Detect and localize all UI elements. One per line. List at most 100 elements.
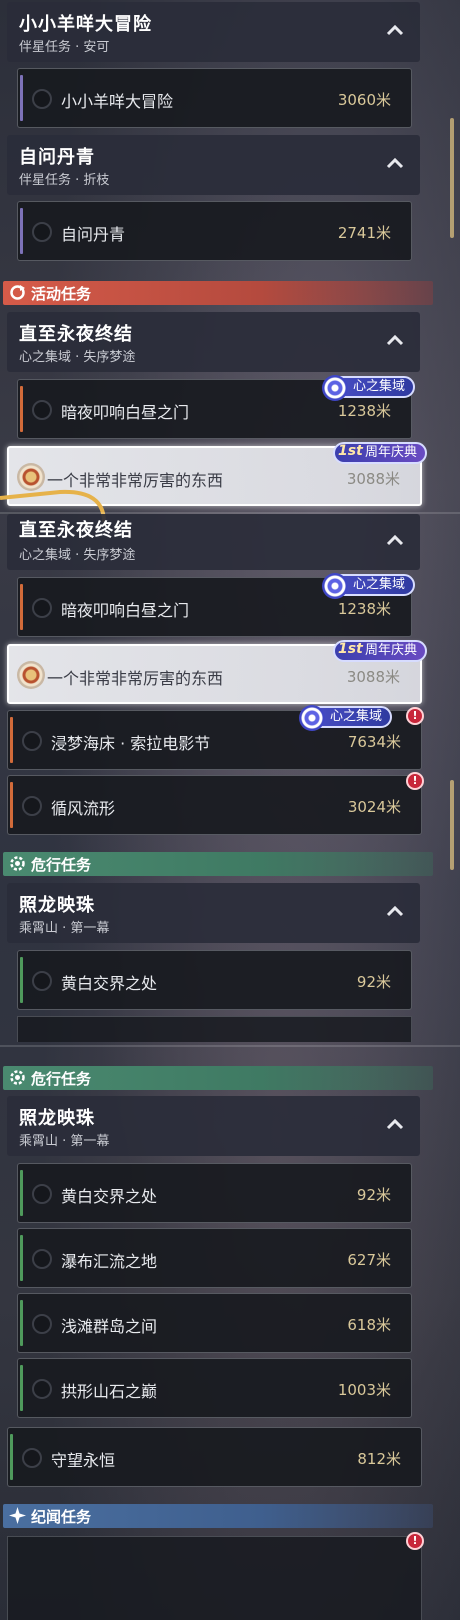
- quest-color-bar: [20, 1170, 23, 1216]
- track-radio[interactable]: [32, 89, 52, 109]
- warning-icon: !: [406, 1532, 424, 1550]
- activity-refresh-icon: [10, 285, 25, 300]
- quest-label: 浸梦海床 · 索拉电影节: [51, 734, 211, 753]
- group-title: 直至永夜终结: [19, 324, 133, 345]
- quest-distance: 618米: [347, 1316, 391, 1334]
- group-subtitle: 乘霄山 · 第一幕: [19, 921, 110, 936]
- quest-distance: 1238米: [337, 600, 391, 618]
- quest-row-partial: [7, 1536, 422, 1620]
- quest-color-bar: [20, 1365, 23, 1411]
- danger-gear-icon: [10, 1070, 25, 1085]
- anniversary-tag: 1st 周年庆典: [333, 442, 428, 464]
- track-radio[interactable]: [32, 1249, 52, 1269]
- section-banner-danger: 危行任务: [3, 852, 433, 876]
- tag-label: 心之集域: [353, 379, 406, 394]
- quest-group-header[interactable]: 小小羊咩大冒险 伴星任务 · 安可: [7, 2, 420, 62]
- quest-row[interactable]: 守望永恒 812米: [7, 1427, 422, 1487]
- quest-color-bar: [10, 1434, 13, 1480]
- quest-label: 黄白交界之处: [61, 974, 158, 993]
- track-radio[interactable]: [32, 1379, 52, 1399]
- quest-distance: 3088米: [346, 470, 400, 488]
- danger-gear-icon: [10, 856, 25, 871]
- track-radio[interactable]: [32, 222, 52, 242]
- section-banner-chronicle: 纪闻任务: [3, 1504, 433, 1528]
- track-radio[interactable]: [32, 971, 52, 991]
- chevron-up-icon[interactable]: [386, 157, 404, 169]
- anniversary-version: 1st: [338, 641, 363, 657]
- quest-label: 拱形山石之巅: [61, 1382, 158, 1401]
- chevron-up-icon[interactable]: [386, 905, 404, 917]
- track-radio[interactable]: [32, 400, 52, 420]
- section-banner-activity: 活动任务: [3, 281, 433, 305]
- tag-label: 周年庆典: [365, 445, 418, 460]
- quest-color-bar: [10, 717, 13, 763]
- quest-distance: 92米: [356, 1186, 391, 1204]
- quest-row[interactable]: 黄白交界之处 92米: [17, 1163, 412, 1223]
- quest-color-bar: [10, 782, 13, 828]
- quest-label: 守望永恒: [51, 1451, 116, 1470]
- section-banner-danger: 危行任务: [3, 1066, 433, 1090]
- warning-icon: !: [406, 772, 424, 790]
- chronicle-star-icon: [9, 1507, 26, 1524]
- tag-label: 心之集域: [353, 577, 406, 592]
- scrollbar-thumb[interactable]: [450, 118, 454, 238]
- group-subtitle: 心之集域 · 失序梦途: [19, 548, 136, 563]
- track-radio[interactable]: [22, 796, 42, 816]
- heart-domain-tag: 心之集域: [322, 375, 416, 401]
- group-title: 照龙映珠: [19, 1108, 95, 1129]
- quest-color-bar: [20, 1235, 23, 1281]
- banner-title: 危行任务: [31, 856, 92, 874]
- quest-row[interactable]: 黄白交界之处 92米: [17, 950, 412, 1010]
- quest-group-header[interactable]: 自问丹青 伴星任务 · 折枝: [7, 135, 420, 195]
- group-title: 直至永夜终结: [19, 520, 133, 541]
- quest-label: 循风流形: [51, 799, 116, 818]
- track-radio[interactable]: [22, 731, 42, 751]
- quest-group-header[interactable]: 照龙映珠 乘霄山 · 第一幕: [7, 1096, 420, 1156]
- target-icon: [17, 661, 45, 689]
- quest-row[interactable]: 自问丹青 2741米: [17, 201, 412, 261]
- quest-color-bar: [20, 584, 23, 630]
- track-radio[interactable]: [32, 598, 52, 618]
- quest-label: 小小羊咩大冒险: [61, 92, 174, 111]
- scrollbar-thumb[interactable]: [450, 780, 454, 870]
- quest-row[interactable]: 循风流形 3024米: [7, 775, 422, 835]
- track-radio[interactable]: [32, 1314, 52, 1334]
- quest-label: 暗夜叩响白昼之门: [61, 601, 190, 620]
- quest-row[interactable]: 拱形山石之巅 1003米: [17, 1358, 412, 1418]
- swirl-icon: [322, 573, 348, 599]
- quest-distance: 92米: [356, 973, 391, 991]
- quest-row[interactable]: 小小羊咩大冒险 3060米: [17, 68, 412, 128]
- heart-domain-tag: 心之集域: [322, 573, 416, 599]
- quest-row[interactable]: 浅滩群岛之间 618米: [17, 1293, 412, 1353]
- quest-label: 自问丹青: [61, 225, 126, 244]
- quest-label: 黄白交界之处: [61, 1187, 158, 1206]
- quest-color-bar: [20, 208, 23, 254]
- quest-distance: 7634米: [347, 733, 401, 751]
- heart-domain-tag: 心之集域: [299, 705, 393, 731]
- group-title: 小小羊咩大冒险: [19, 14, 152, 35]
- track-radio[interactable]: [22, 1448, 42, 1468]
- quest-group-header[interactable]: 直至永夜终结 心之集域 · 失序梦途: [7, 312, 420, 372]
- chevron-up-icon[interactable]: [386, 1118, 404, 1130]
- group-subtitle: 伴星任务 · 安可: [19, 40, 110, 55]
- quest-label: 一个非常非常厉害的东西: [47, 669, 224, 688]
- quest-color-bar: [20, 75, 23, 121]
- group-subtitle: 乘霄山 · 第一幕: [19, 1134, 110, 1149]
- quest-row[interactable]: 瀑布汇流之地 627米: [17, 1228, 412, 1288]
- quest-group-header[interactable]: 照龙映珠 乘霄山 · 第一幕: [7, 883, 420, 943]
- stitch-seam: [0, 1045, 460, 1047]
- warning-icon: !: [406, 707, 424, 725]
- quest-label: 瀑布汇流之地: [61, 1252, 158, 1271]
- quest-distance: 1238米: [337, 402, 391, 420]
- chevron-up-icon[interactable]: [386, 334, 404, 346]
- banner-title: 活动任务: [31, 285, 92, 303]
- quest-color-bar: [20, 1300, 23, 1346]
- quest-distance: 812米: [357, 1450, 401, 1468]
- tag-label: 心之集域: [330, 709, 383, 724]
- chevron-up-icon[interactable]: [386, 24, 404, 36]
- group-title: 照龙映珠: [19, 895, 95, 916]
- chevron-up-icon[interactable]: [386, 534, 404, 546]
- track-radio[interactable]: [32, 1184, 52, 1204]
- quest-distance: 627米: [347, 1251, 391, 1269]
- quest-group-header[interactable]: 直至永夜终结 心之集域 · 失序梦途: [7, 514, 420, 570]
